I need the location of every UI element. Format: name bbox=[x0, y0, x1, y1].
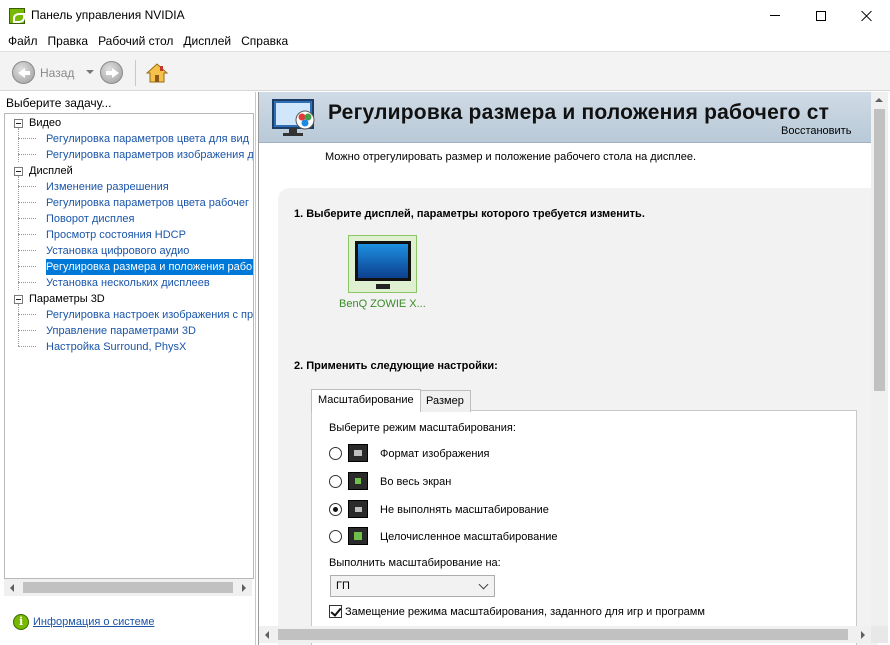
vertical-scrollbar-thumb[interactable] bbox=[874, 109, 885, 391]
tree-item-hdcp-status[interactable]: Просмотр состояния HDCP bbox=[46, 227, 186, 243]
scroll-up-icon[interactable] bbox=[875, 98, 883, 102]
display-tile[interactable] bbox=[348, 235, 417, 293]
forward-arrow-icon bbox=[112, 68, 119, 78]
tree-category-3d[interactable]: Параметры 3D bbox=[29, 291, 105, 307]
page-description: Можно отрегулировать размер и положение … bbox=[325, 151, 697, 163]
collapse-video-icon[interactable] bbox=[14, 119, 23, 128]
tree-item-video-color[interactable]: Регулировка параметров цвета для вид bbox=[46, 131, 249, 147]
override-scaling-checkbox[interactable] bbox=[329, 605, 342, 618]
horizontal-scrollbar-thumb[interactable] bbox=[278, 629, 848, 640]
option-no-scaling[interactable]: Не выполнять масштабирование bbox=[380, 504, 549, 516]
menu-bar: Файл Правка Рабочий стол Дисплей Справка bbox=[0, 31, 890, 51]
tree-item-surround-physx[interactable]: Настройка Surround, PhysX bbox=[46, 339, 186, 355]
menu-edit[interactable]: Правка bbox=[43, 34, 94, 48]
task-panel-header: Выберите задачу... bbox=[6, 96, 112, 110]
toolbar: Назад bbox=[0, 51, 890, 91]
minimize-icon bbox=[770, 15, 780, 16]
no-scaling-icon bbox=[348, 500, 368, 518]
tree-item-manage-3d[interactable]: Управление параметрами 3D bbox=[46, 323, 196, 339]
maximize-button[interactable] bbox=[798, 0, 844, 31]
tree-item-desktop-color[interactable]: Регулировка параметров цвета рабочег bbox=[46, 195, 249, 211]
monitor-icon bbox=[355, 241, 411, 281]
menu-display[interactable]: Дисплей bbox=[178, 34, 236, 48]
tree-category-display[interactable]: Дисплей bbox=[29, 163, 73, 179]
perform-scaling-select[interactable]: ГП bbox=[330, 575, 495, 597]
tab-scaling[interactable]: Масштабирование bbox=[311, 389, 421, 412]
full-screen-icon bbox=[348, 472, 368, 490]
tree-category-video[interactable]: Видео bbox=[29, 115, 61, 131]
tree-item-multiple-displays[interactable]: Установка нескольких дисплеев bbox=[46, 275, 210, 291]
content-horizontal-scrollbar[interactable] bbox=[259, 626, 871, 643]
history-dropdown-icon[interactable] bbox=[86, 70, 94, 74]
scroll-left-button[interactable] bbox=[4, 579, 21, 596]
override-scaling-label[interactable]: Замещение режима масштабирования, заданн… bbox=[345, 606, 705, 618]
option-full-screen[interactable]: Во весь экран bbox=[380, 476, 451, 488]
menu-desktop[interactable]: Рабочий стол bbox=[93, 34, 178, 48]
title-bar: Панель управления NVIDIA bbox=[0, 0, 890, 31]
close-icon bbox=[861, 10, 873, 22]
minimize-button[interactable] bbox=[752, 0, 798, 31]
menu-file[interactable]: Файл bbox=[3, 34, 43, 48]
chevron-down-icon bbox=[478, 579, 489, 590]
display-name[interactable]: BenQ ZOWIE X... bbox=[339, 298, 426, 310]
desktop-settings-icon bbox=[272, 99, 315, 136]
radio-no-scaling[interactable] bbox=[329, 503, 342, 516]
home-icon[interactable] bbox=[146, 62, 168, 84]
option-integer-scaling[interactable]: Целочисленное масштабирование bbox=[380, 531, 558, 543]
step2-heading: 2. Применить следующие настройки: bbox=[294, 360, 498, 372]
radio-aspect-ratio[interactable] bbox=[329, 447, 342, 460]
info-icon bbox=[13, 614, 29, 630]
maximize-icon bbox=[816, 10, 826, 21]
scroll-right-button[interactable] bbox=[235, 579, 252, 596]
scaling-mode-label: Выберите режим масштабирования: bbox=[329, 422, 516, 434]
restore-link[interactable]: Восстановить bbox=[781, 125, 851, 137]
tree-item-rotate-display[interactable]: Поворот дисплея bbox=[46, 211, 134, 227]
aspect-ratio-icon bbox=[348, 444, 368, 462]
tree-item-3d-image-settings[interactable]: Регулировка настроек изображения с пр bbox=[46, 307, 253, 323]
system-info-link[interactable]: Информация о системе bbox=[33, 616, 154, 628]
tree-item-desktop-size-position[interactable]: Регулировка размера и положения рабо bbox=[46, 259, 253, 275]
option-aspect-ratio[interactable]: Формат изображения bbox=[380, 448, 490, 460]
window-title: Панель управления NVIDIA bbox=[31, 8, 185, 22]
content-vertical-scrollbar[interactable] bbox=[871, 92, 888, 627]
page-banner: Регулировка размера и положения рабочего… bbox=[259, 92, 871, 143]
integer-scaling-icon bbox=[348, 527, 368, 545]
task-tree: Видео Регулировка параметров цвета для в… bbox=[4, 113, 254, 579]
scroll-right-icon bbox=[861, 631, 865, 639]
tab-size[interactable]: Размер bbox=[419, 390, 471, 412]
system-info[interactable]: Информация о системе bbox=[13, 614, 154, 630]
content-panel: Регулировка размера и положения рабочего… bbox=[258, 92, 890, 645]
content-scroll-right-button[interactable] bbox=[854, 626, 871, 643]
tree-horizontal-scrollbar[interactable] bbox=[4, 579, 252, 596]
tree-item-video-image[interactable]: Регулировка параметров изображения д bbox=[46, 147, 253, 163]
collapse-display-icon[interactable] bbox=[14, 167, 23, 176]
close-button[interactable] bbox=[844, 0, 890, 31]
radio-integer-scaling[interactable] bbox=[329, 530, 342, 543]
back-button[interactable] bbox=[12, 61, 35, 84]
forward-button[interactable] bbox=[100, 61, 123, 84]
menu-help[interactable]: Справка bbox=[236, 34, 293, 48]
scrollbar-thumb[interactable] bbox=[23, 582, 233, 593]
content-scroll-left-button[interactable] bbox=[259, 626, 276, 643]
scroll-left-icon bbox=[265, 631, 269, 639]
page-title: Регулировка размера и положения рабочего… bbox=[328, 101, 830, 124]
collapse-3d-icon[interactable] bbox=[14, 295, 23, 304]
perform-scaling-value: ГП bbox=[336, 580, 350, 592]
step1-heading: 1. Выберите дисплей, параметры которого … bbox=[294, 208, 645, 220]
tree-item-change-resolution[interactable]: Изменение разрешения bbox=[46, 179, 169, 195]
toolbar-separator bbox=[135, 60, 136, 86]
scroll-left-icon bbox=[10, 584, 14, 592]
scrollbar-corner bbox=[871, 626, 888, 643]
back-label: Назад bbox=[40, 66, 75, 80]
radio-full-screen[interactable] bbox=[329, 475, 342, 488]
perform-scaling-label: Выполнить масштабирование на: bbox=[329, 557, 501, 569]
scroll-right-icon bbox=[242, 584, 246, 592]
nvidia-logo-icon bbox=[9, 8, 25, 24]
tree-item-digital-audio[interactable]: Установка цифрового аудио bbox=[46, 243, 189, 259]
